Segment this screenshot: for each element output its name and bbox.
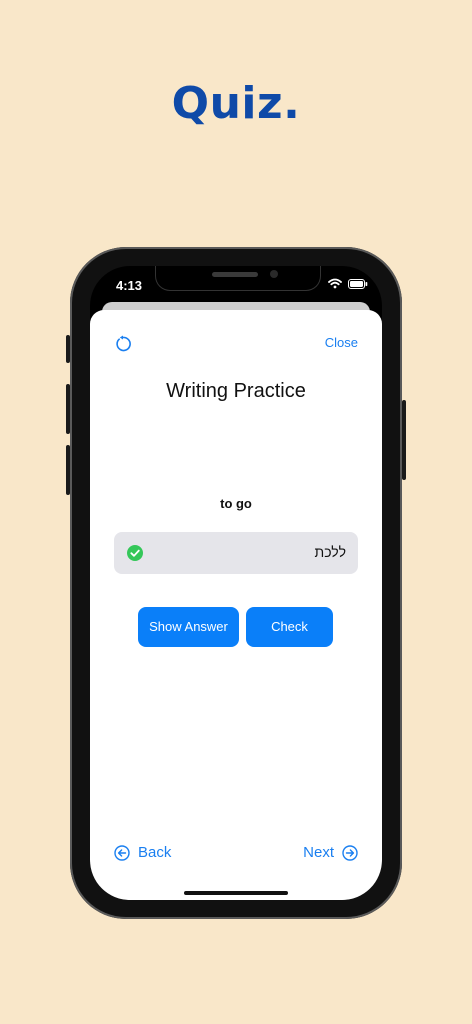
volume-up-button xyxy=(66,384,70,434)
show-answer-button[interactable]: Show Answer xyxy=(138,607,239,647)
check-circle-icon xyxy=(127,545,143,561)
front-camera xyxy=(270,270,278,278)
answer-value: ללכת xyxy=(314,544,346,560)
page-title: Writing Practice xyxy=(166,380,306,402)
answer-input[interactable]: ללכת xyxy=(114,532,358,574)
power-button xyxy=(402,400,406,480)
back-label: Back xyxy=(138,844,172,861)
notch xyxy=(156,266,320,290)
arrow-left-circle-icon xyxy=(114,844,130,861)
next-button[interactable]: Next xyxy=(303,844,358,861)
wifi-icon xyxy=(328,278,342,289)
checkmark-glyph xyxy=(130,549,140,557)
home-indicator[interactable] xyxy=(184,891,288,895)
phone-frame: 4:13 Close Writing Practice to go ללכת S… xyxy=(66,247,406,919)
volume-down-button xyxy=(66,445,70,495)
refresh-button[interactable] xyxy=(114,335,132,353)
arrow-right-circle-icon xyxy=(342,844,358,861)
close-button[interactable]: Close xyxy=(325,335,358,350)
quiz-sheet: Close Writing Practice to go ללכת Show A… xyxy=(90,310,382,900)
battery-icon xyxy=(348,278,368,289)
prompt-word: to go xyxy=(220,496,252,511)
page-headline: Quiz. xyxy=(171,78,301,129)
back-button[interactable]: Back xyxy=(114,844,171,861)
check-button[interactable]: Check xyxy=(246,607,333,647)
mute-switch xyxy=(66,335,70,363)
status-icons xyxy=(328,278,368,289)
phone-screen: 4:13 Close Writing Practice to go ללכת S… xyxy=(90,266,382,900)
status-time: 4:13 xyxy=(116,278,143,293)
next-label: Next xyxy=(303,844,334,861)
speaker-grille xyxy=(212,272,258,277)
refresh-icon xyxy=(116,335,131,352)
